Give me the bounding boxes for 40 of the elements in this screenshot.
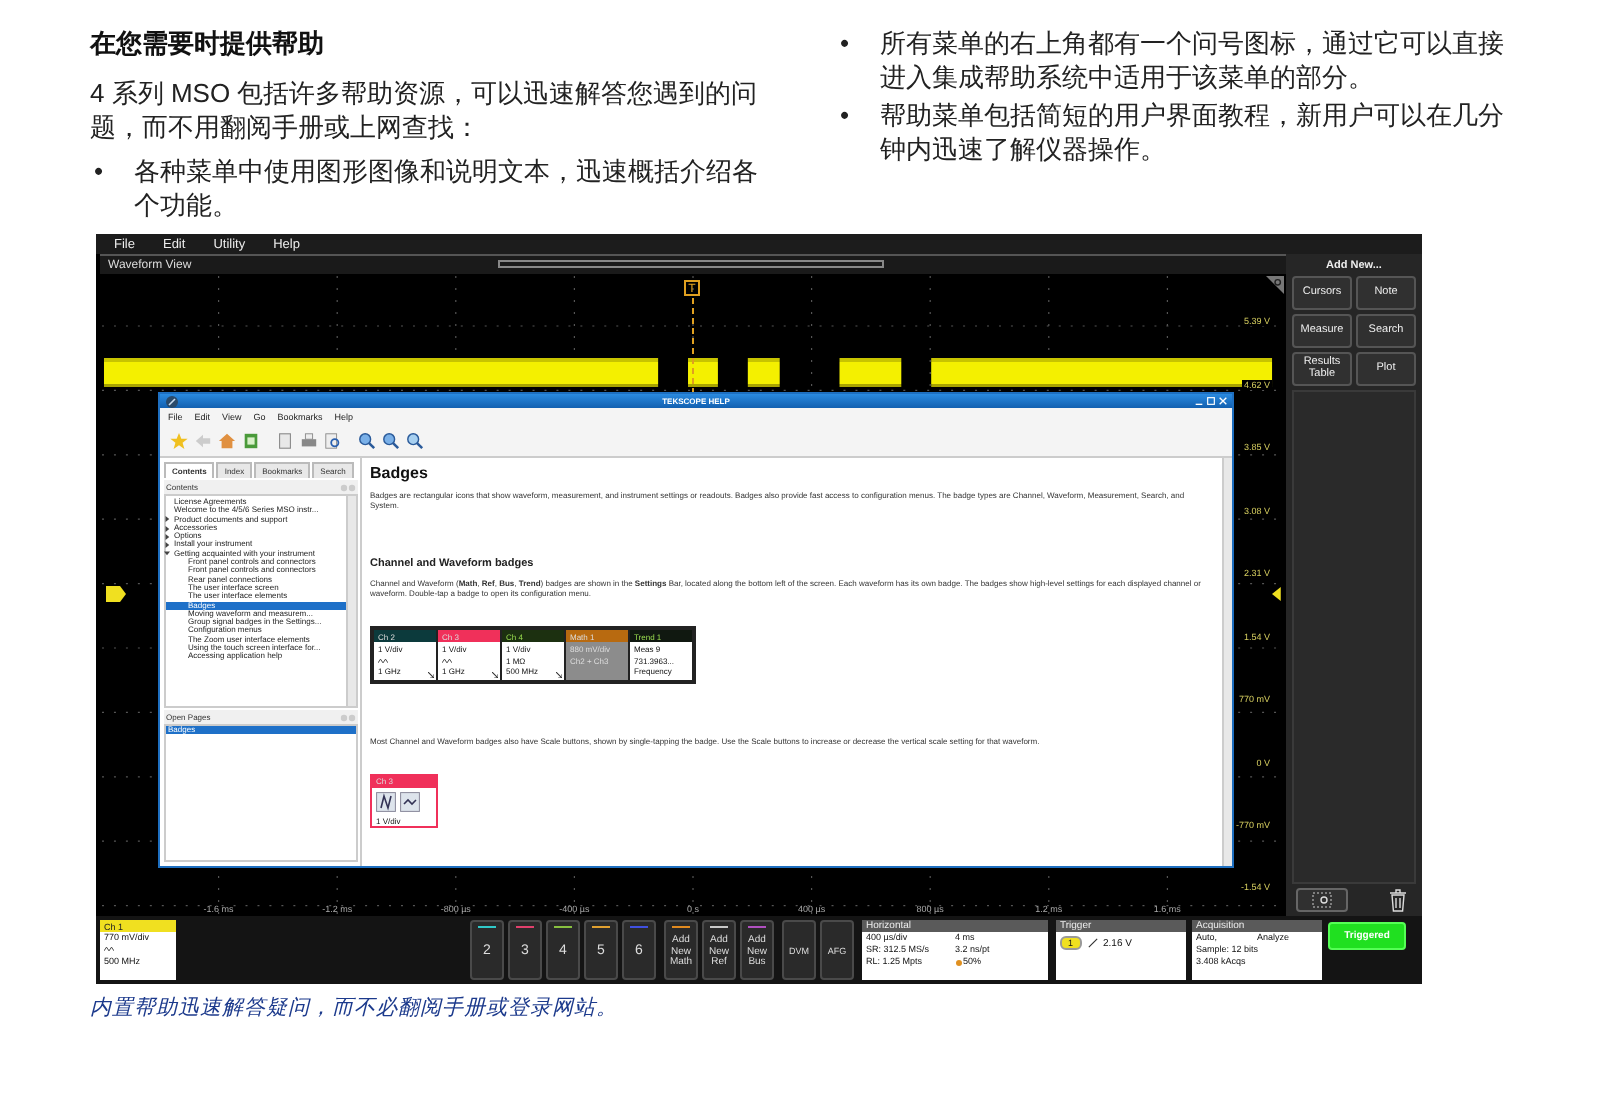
- bullet-text: 所有菜单的右上角都有一个问号图标，通过它可以直接进入集成帮助系统中适用于该菜单的部分。: [880, 28, 1506, 94]
- expanded-arrow-icon[interactable]: [164, 550, 170, 557]
- find-icon[interactable]: [324, 431, 342, 449]
- star-icon[interactable]: [170, 431, 188, 449]
- trash-icon[interactable]: [1388, 888, 1408, 912]
- zoom-reset-icon[interactable]: [406, 431, 424, 449]
- section-heading: 在您需要时提供帮助: [90, 28, 326, 60]
- position-icon: [955, 959, 961, 965]
- probe-icon: [442, 657, 452, 663]
- bullet-marker: •: [838, 28, 852, 62]
- intro-paragraph: 4 系列 MSO 包括许多帮助资源，可以迅速解答您遇到的问题，而不用翻阅手册或上网查找：: [90, 76, 760, 144]
- scrollbar[interactable]: [346, 496, 356, 706]
- bullet-marker: •: [92, 156, 106, 190]
- document-icon[interactable]: [276, 431, 294, 449]
- corner-arrow-icon: [428, 671, 434, 677]
- probe-icon: [378, 657, 388, 663]
- zoom-corner-icon[interactable]: [1266, 276, 1284, 294]
- zoom-in-icon[interactable]: [358, 431, 376, 449]
- bullet-text: 各种菜单中使用图形图像和说明文本，迅速概括介绍各个功能。: [134, 156, 760, 222]
- app-icon: [166, 395, 178, 407]
- bullet-marker: •: [838, 100, 852, 134]
- bullet-text: 帮助菜单包括简短的用户界面教程，新用户可以在几分钟内迅速了解仪器操作。: [880, 100, 1506, 166]
- zoom-out-icon[interactable]: [382, 431, 400, 449]
- zoom-icon: [1312, 892, 1332, 908]
- zoom-button[interactable]: [1296, 888, 1348, 912]
- page-heading: Badges: [370, 464, 430, 482]
- corner-arrow-icon: [556, 671, 562, 677]
- rising-edge-icon: [1087, 938, 1098, 948]
- maximize-icon[interactable]: [1206, 396, 1216, 406]
- timeline-overview[interactable]: [498, 260, 884, 268]
- scrollbar[interactable]: [1222, 458, 1232, 866]
- channel-marker-icon[interactable]: [106, 586, 126, 602]
- probe-icon: [104, 945, 114, 951]
- figure-caption: 内置帮助迅速解答疑问，而不必翻阅手册或登录网站。: [90, 994, 620, 1022]
- scale-up-icon[interactable]: [376, 791, 396, 811]
- page-icon[interactable]: [242, 431, 260, 449]
- corner-arrow-icon: [492, 671, 498, 677]
- printer-icon[interactable]: [300, 431, 318, 449]
- close-icon[interactable]: [1218, 396, 1228, 406]
- scale-down-icon[interactable]: [400, 791, 420, 811]
